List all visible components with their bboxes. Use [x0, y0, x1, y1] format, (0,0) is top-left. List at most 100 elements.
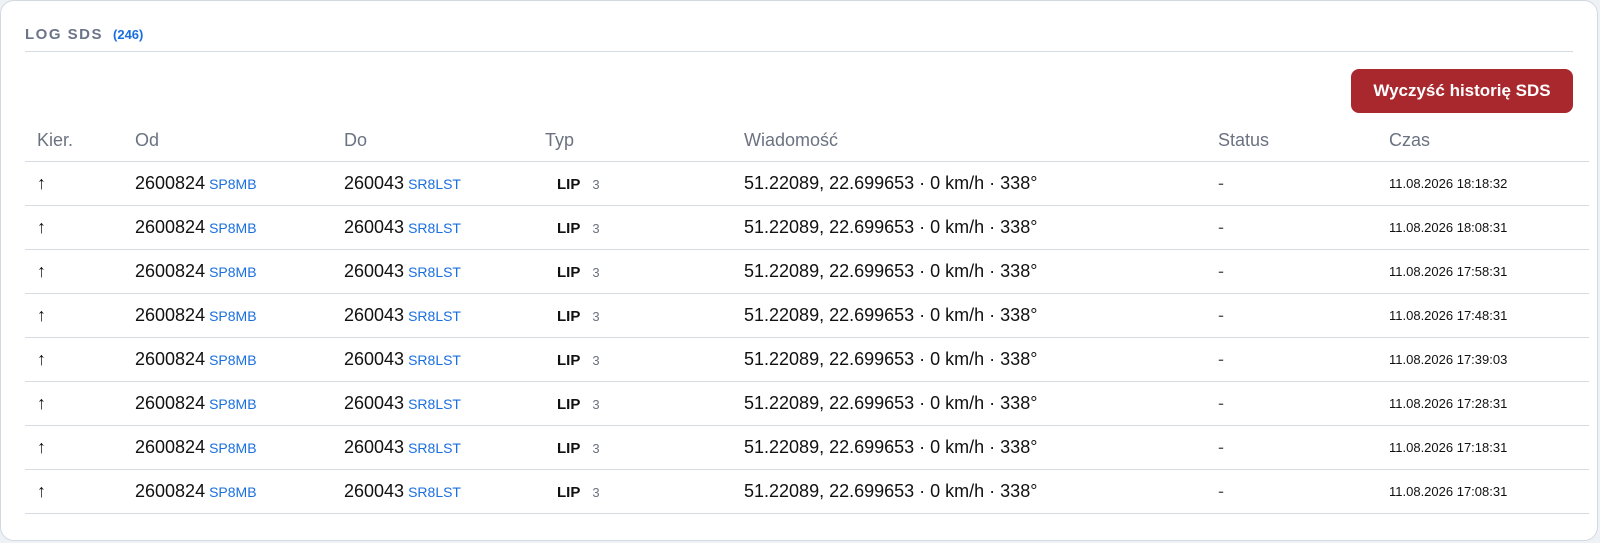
clear-sds-history-button[interactable]: Wyczyść historię SDS	[1351, 69, 1573, 113]
to-callsign: SR8LST	[408, 264, 461, 280]
message-cell: 51.22089, 22.699653 · 0 km/h · 338°	[744, 161, 1218, 206]
to-callsign: SR8LST	[408, 308, 461, 324]
type-number: 3	[592, 177, 600, 192]
direction-arrow-icon: ↑	[25, 205, 135, 250]
table-row[interactable]: ↑ 2600824 SP8MB 260043 SR8LST LIP 3 51.22089, 2…	[25, 293, 1589, 338]
direction-arrow-icon: ↑	[25, 337, 135, 382]
time-cell: 11.08.2026 17:48:31	[1389, 293, 1589, 338]
column-header-from[interactable]: Od	[135, 119, 344, 162]
type-cell: LIP 3	[545, 293, 744, 338]
table-row[interactable]: ↑ 2600824 SP8MB 260043 SR8LST LIP 3 51.22089, 2…	[25, 205, 1589, 250]
time-cell: 11.08.2026 17:18:31	[1389, 425, 1589, 470]
status-cell: -	[1218, 337, 1389, 382]
time-cell: 11.08.2026 17:58:31	[1389, 249, 1589, 294]
from-callsign: SP8MB	[209, 220, 257, 236]
to-id: 260043	[344, 437, 405, 457]
from-cell: 2600824 SP8MB	[135, 469, 344, 514]
message-cell: 51.22089, 22.699653 · 0 km/h · 338°	[744, 205, 1218, 250]
type-cell: LIP 3	[545, 381, 744, 426]
status-cell: -	[1218, 205, 1389, 250]
type-label: LIP	[557, 308, 581, 325]
column-header-status[interactable]: Status	[1218, 119, 1389, 162]
time-cell: 11.08.2026 17:28:31	[1389, 381, 1589, 426]
type-cell: LIP 3	[545, 249, 744, 294]
type-label: LIP	[557, 440, 581, 457]
from-callsign: SP8MB	[209, 396, 257, 412]
to-id: 260043	[344, 217, 405, 237]
from-id: 2600824	[135, 217, 206, 237]
type-number: 3	[592, 397, 600, 412]
from-callsign: SP8MB	[209, 264, 257, 280]
panel-title: LOG SDS	[25, 25, 104, 43]
to-cell: 260043 SR8LST	[344, 249, 545, 294]
type-label: LIP	[557, 484, 581, 501]
type-number: 3	[592, 353, 600, 368]
to-callsign: SR8LST	[408, 176, 461, 192]
panel-header: LOG SDS (246)	[25, 17, 1573, 52]
from-cell: 2600824 SP8MB	[135, 161, 344, 206]
to-callsign: SR8LST	[408, 220, 461, 236]
from-id: 2600824	[135, 437, 206, 457]
table-row[interactable]: ↑ 2600824 SP8MB 260043 SR8LST LIP 3 51.22089, 2…	[25, 469, 1589, 514]
table-row[interactable]: ↑ 2600824 SP8MB 260043 SR8LST LIP 3 51.22089, 2…	[25, 161, 1589, 206]
column-header-time[interactable]: Czas	[1389, 119, 1589, 162]
from-id: 2600824	[135, 393, 206, 413]
sds-log-panel: LOG SDS (246) Wyczyść historię SDS Kier.…	[0, 0, 1598, 541]
from-cell: 2600824 SP8MB	[135, 293, 344, 338]
direction-arrow-icon: ↑	[25, 161, 135, 206]
message-cell: 51.22089, 22.699653 · 0 km/h · 338°	[744, 469, 1218, 514]
to-cell: 260043 SR8LST	[344, 469, 545, 514]
time-cell: 11.08.2026 17:08:31	[1389, 469, 1589, 514]
to-id: 260043	[344, 481, 405, 501]
from-cell: 2600824 SP8MB	[135, 337, 344, 382]
to-id: 260043	[344, 349, 405, 369]
from-id: 2600824	[135, 305, 206, 325]
column-header-direction[interactable]: Kier.	[25, 119, 135, 162]
column-header-type[interactable]: Typ	[545, 119, 744, 162]
to-cell: 260043 SR8LST	[344, 205, 545, 250]
from-callsign: SP8MB	[209, 484, 257, 500]
table-row[interactable]: ↑ 2600824 SP8MB 260043 SR8LST LIP 3 51.22089, 2…	[25, 381, 1589, 426]
message-cell: 51.22089, 22.699653 · 0 km/h · 338°	[744, 381, 1218, 426]
direction-arrow-icon: ↑	[25, 293, 135, 338]
from-callsign: SP8MB	[209, 352, 257, 368]
to-callsign: SR8LST	[408, 396, 461, 412]
from-id: 2600824	[135, 261, 206, 281]
table-row[interactable]: ↑ 2600824 SP8MB 260043 SR8LST LIP 3 51.22089, 2…	[25, 425, 1589, 470]
type-label: LIP	[557, 264, 581, 281]
message-cell: 51.22089, 22.699653 · 0 km/h · 338°	[744, 425, 1218, 470]
direction-arrow-icon: ↑	[25, 425, 135, 470]
type-number: 3	[592, 221, 600, 236]
type-cell: LIP 3	[545, 161, 744, 206]
message-cell: 51.22089, 22.699653 · 0 km/h · 338°	[744, 337, 1218, 382]
status-cell: -	[1218, 469, 1389, 514]
time-cell: 11.08.2026 18:08:31	[1389, 205, 1589, 250]
to-id: 260043	[344, 305, 405, 325]
status-cell: -	[1218, 293, 1389, 338]
table-row[interactable]: ↑ 2600824 SP8MB 260043 SR8LST LIP 3 51.22089, 2…	[25, 337, 1589, 382]
to-cell: 260043 SR8LST	[344, 337, 545, 382]
status-cell: -	[1218, 161, 1389, 206]
from-cell: 2600824 SP8MB	[135, 249, 344, 294]
sds-log-table: Kier. Od Do Typ Wiadomość Status Czas ↑ 2…	[25, 119, 1589, 514]
type-cell: LIP 3	[545, 469, 744, 514]
table-header-row: Kier. Od Do Typ Wiadomość Status Czas	[25, 119, 1589, 162]
table-row[interactable]: ↑ 2600824 SP8MB 260043 SR8LST LIP 3 51.22089, 2…	[25, 249, 1589, 294]
time-cell: 11.08.2026 18:18:32	[1389, 161, 1589, 206]
to-id: 260043	[344, 261, 405, 281]
time-cell: 11.08.2026 17:39:03	[1389, 337, 1589, 382]
type-cell: LIP 3	[545, 205, 744, 250]
to-id: 260043	[344, 393, 405, 413]
to-cell: 260043 SR8LST	[344, 293, 545, 338]
type-number: 3	[592, 485, 600, 500]
status-cell: -	[1218, 249, 1389, 294]
type-cell: LIP 3	[545, 337, 744, 382]
from-id: 2600824	[135, 173, 206, 193]
type-number: 3	[592, 309, 600, 324]
column-header-message[interactable]: Wiadomość	[744, 119, 1218, 162]
status-cell: -	[1218, 381, 1389, 426]
type-label: LIP	[557, 396, 581, 413]
message-cell: 51.22089, 22.699653 · 0 km/h · 338°	[744, 293, 1218, 338]
column-header-to[interactable]: Do	[344, 119, 545, 162]
to-cell: 260043 SR8LST	[344, 381, 545, 426]
